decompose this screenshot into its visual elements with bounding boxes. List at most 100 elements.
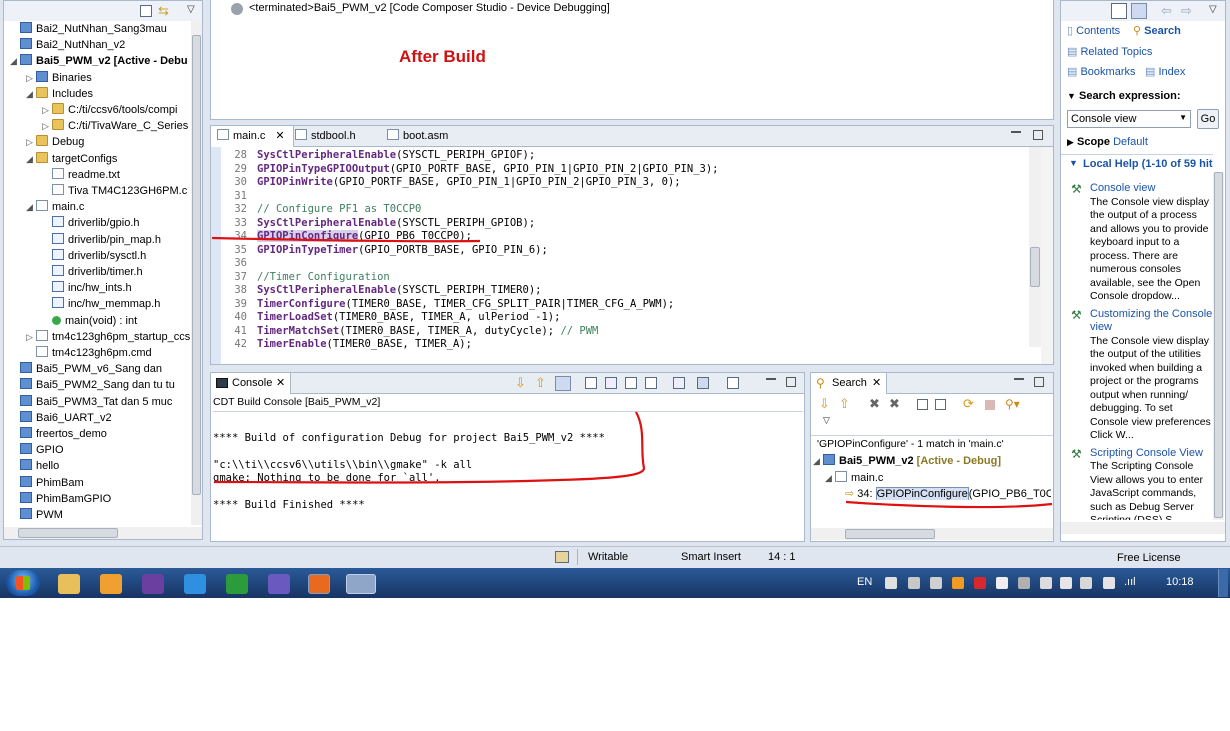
internet-explorer-taskbar-icon[interactable] xyxy=(184,574,206,594)
search-view-menu-icon[interactable]: ▽ xyxy=(823,415,830,426)
console-maximize-icon[interactable] xyxy=(786,377,796,387)
tree-scroll-thumb[interactable] xyxy=(192,35,201,495)
editor-scroll-thumb[interactable] xyxy=(1030,247,1040,287)
expand-toggle-icon[interactable]: ▶ xyxy=(1067,137,1074,147)
tree-item[interactable]: PhimBam xyxy=(10,475,84,491)
console-tab[interactable]: Console ✕ xyxy=(211,373,291,394)
run-search-again-icon[interactable]: ⟳ xyxy=(963,396,974,412)
help-list-icon[interactable] xyxy=(1111,3,1127,19)
scope-value[interactable]: Default xyxy=(1113,136,1148,148)
tree-vertical-scrollbar[interactable] xyxy=(191,21,202,525)
console-close-icon[interactable]: ✕ xyxy=(276,376,285,389)
tree-item[interactable]: ◢ targetConfigs xyxy=(26,151,117,167)
tree-item[interactable]: Bai2_NutNhan_v2 xyxy=(10,37,125,53)
app-taskbar-icon[interactable] xyxy=(268,574,290,594)
minimize-icon[interactable] xyxy=(1011,130,1021,133)
expand-toggle-icon[interactable]: ▷ xyxy=(26,329,36,345)
show-console-icon[interactable] xyxy=(645,377,657,389)
tree-item[interactable]: Bai6_UART_v2 xyxy=(10,410,112,426)
expand-all-icon[interactable] xyxy=(917,399,928,410)
collapse-all-icon[interactable] xyxy=(140,5,152,17)
tray-icon-5[interactable] xyxy=(974,577,986,589)
help-topic-link[interactable]: view xyxy=(1090,321,1112,333)
link-editor-icon[interactable]: ⇆ xyxy=(158,4,172,18)
remove-console-icon[interactable] xyxy=(673,377,685,389)
help-toc-icon[interactable] xyxy=(1131,3,1147,19)
tree-item[interactable]: freertos_demo xyxy=(10,426,107,442)
tree-item[interactable]: ◢ main.c xyxy=(26,199,84,215)
help-topic-link[interactable]: Scripting Console View xyxy=(1090,447,1203,459)
collapse-toggle-icon[interactable]: ◢ xyxy=(26,199,36,215)
collapse-all-search-icon[interactable] xyxy=(935,399,946,410)
explorer-taskbar-icon[interactable] xyxy=(58,574,80,594)
help-scroll-thumb[interactable] xyxy=(1214,172,1223,518)
tree-item[interactable]: driverlib/pin_map.h xyxy=(42,232,161,248)
tray-icon-7[interactable] xyxy=(1018,577,1030,589)
search-history-icon[interactable]: ⚲▾ xyxy=(1005,397,1020,411)
tree-item[interactable]: Tiva TM4C123GH6PM.c xyxy=(42,183,187,199)
editor-tab[interactable]: boot.asm xyxy=(381,126,456,146)
tray-icon-2[interactable] xyxy=(908,577,920,589)
tab-close-icon[interactable]: ✕ xyxy=(275,130,284,142)
tree-item[interactable]: Bai5_PWM3_Tat dan 5 muc xyxy=(10,394,172,410)
pin-console-icon[interactable] xyxy=(605,377,617,389)
scroll-lock-icon[interactable] xyxy=(555,376,571,391)
forward-arrow-icon[interactable]: ⇨ xyxy=(1181,3,1192,19)
expand-toggle-icon[interactable]: ▷ xyxy=(26,70,36,86)
firefox-taskbar-icon[interactable] xyxy=(308,574,330,594)
search-tab[interactable]: ⚲ Search ✕ xyxy=(811,373,887,394)
tray-icon-6[interactable] xyxy=(996,577,1008,589)
search-minimize-icon[interactable] xyxy=(1014,377,1024,380)
collapse-toggle-icon[interactable]: ◢ xyxy=(26,151,36,167)
tray-icon-1[interactable] xyxy=(885,577,897,589)
console-minimize-icon[interactable] xyxy=(766,377,776,380)
language-indicator[interactable]: EN xyxy=(857,576,872,588)
tree-item[interactable]: ▷ C:/ti/TivaWare_C_Series xyxy=(42,118,188,134)
tree-item[interactable]: driverlib/gpio.h xyxy=(42,215,140,231)
tree-hscroll-thumb[interactable] xyxy=(18,528,118,538)
tree-item[interactable]: driverlib/sysctl.h xyxy=(42,248,146,264)
tray-icon-10[interactable] xyxy=(1080,577,1092,589)
index-link[interactable]: ▤ Index xyxy=(1145,65,1185,78)
help-horizontal-scrollbar[interactable] xyxy=(1061,522,1225,534)
tree-item[interactable]: driverlib/timer.h xyxy=(42,264,143,280)
scroll-up-icon[interactable]: ⇧ xyxy=(535,375,546,391)
search-project-row[interactable]: ◢ Bai5_PWM_v2 [Active - Debug] xyxy=(813,454,1001,467)
tree-item[interactable]: ◢ Bai5_PWM_v2 [Active - Debu xyxy=(10,53,188,69)
word-wrap-icon[interactable] xyxy=(625,377,637,389)
tree-item[interactable]: hello xyxy=(10,458,59,474)
status-icon[interactable] xyxy=(555,551,569,563)
visual-studio-taskbar-icon[interactable] xyxy=(142,574,164,594)
tree-item[interactable]: inc/hw_ints.h xyxy=(42,280,132,296)
tray-icon-9[interactable] xyxy=(1060,577,1072,589)
speaker-icon[interactable] xyxy=(1103,577,1115,589)
next-match-icon[interactable]: ⇩ xyxy=(819,396,830,412)
help-topic-link[interactable]: Console view xyxy=(1090,182,1155,194)
search-match-row[interactable]: ⇨ 34: GPIOPinConfigure(GPIO_PB6_T0CCP xyxy=(845,487,1051,500)
search-hscroll-thumb[interactable] xyxy=(845,529,935,539)
tree-item[interactable]: ◢ Includes xyxy=(26,86,93,102)
help-contents-link[interactable]: ▯ Contents xyxy=(1067,24,1120,37)
remove-match-icon[interactable]: ✖ xyxy=(869,396,880,412)
ccs-taskbar-icon[interactable] xyxy=(346,574,376,594)
collapse-toggle-icon[interactable]: ◢ xyxy=(26,86,36,102)
tree-item[interactable]: main(void) : int xyxy=(42,313,137,329)
network-icon[interactable]: .ııl xyxy=(1124,576,1136,588)
scroll-down-icon[interactable]: ⇩ xyxy=(515,375,526,391)
maximize-icon[interactable] xyxy=(1033,130,1043,140)
license-status[interactable]: Free License xyxy=(1117,552,1181,564)
tray-icon-8[interactable] xyxy=(1040,577,1052,589)
dropdown-arrow-icon[interactable]: ▼ xyxy=(1179,113,1187,122)
clear-console-icon[interactable] xyxy=(585,377,597,389)
start-button[interactable] xyxy=(6,570,40,596)
tree-item[interactable]: ▷ tm4c123gh6pm_startup_ccs xyxy=(26,329,190,345)
remove-all-matches-icon[interactable]: ✖ xyxy=(889,396,900,412)
tree-item[interactable]: ▷ Binaries xyxy=(26,70,92,86)
search-file-row[interactable]: ◢ main.c xyxy=(825,471,883,484)
editor-tab[interactable]: main.c ✕ xyxy=(211,126,294,147)
show-desktop-button[interactable] xyxy=(1218,569,1228,597)
view-menu-icon[interactable]: ▽ xyxy=(187,4,195,15)
collapse-toggle-icon[interactable]: ◢ xyxy=(825,473,835,484)
tree-item[interactable]: readme.txt xyxy=(42,167,120,183)
tree-item[interactable]: PhimBamGPIO xyxy=(10,491,111,507)
